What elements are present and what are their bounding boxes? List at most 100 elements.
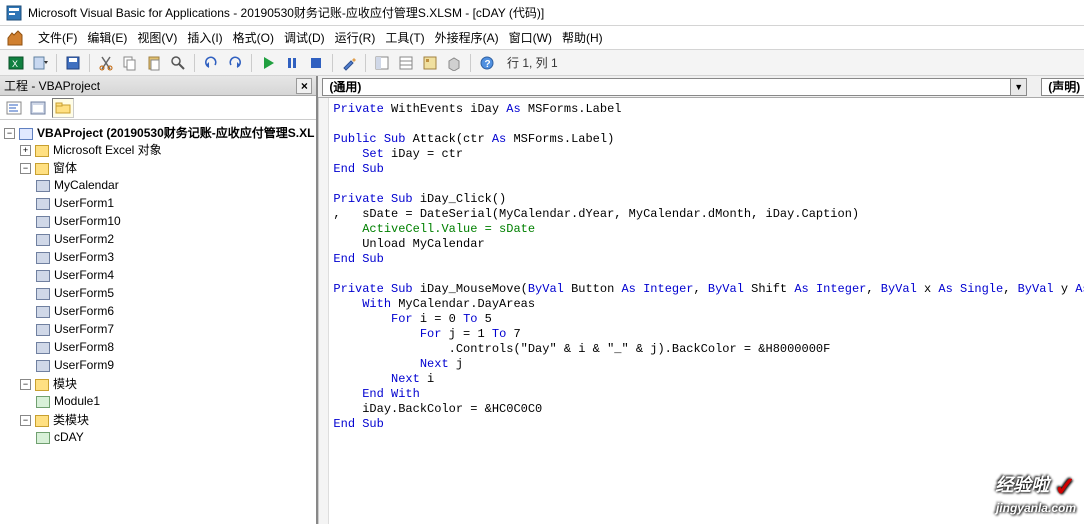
form-icon (36, 342, 50, 354)
form-icon (36, 324, 50, 336)
close-icon[interactable]: × (296, 78, 312, 94)
excel-icon (6, 29, 24, 47)
watermark: 经验啦 ✓ jingyanla.com (995, 475, 1076, 518)
tree-class-modules[interactable]: −类模块 cDAY (20, 411, 314, 447)
reset-button[interactable] (306, 53, 326, 73)
tree-item[interactable]: UserForm7 (36, 320, 314, 338)
project-explorer-title: 工程 - VBAProject (4, 77, 100, 94)
chevron-down-icon[interactable]: ▼ (1010, 79, 1026, 95)
toolbar-separator (470, 54, 471, 72)
toolbar-separator (251, 54, 252, 72)
menu-debug[interactable]: 调试(D) (284, 29, 325, 46)
tree-item-label: UserForm4 (54, 268, 114, 282)
object-browser-button[interactable] (420, 53, 440, 73)
toolbox-button[interactable] (444, 53, 464, 73)
tree-item[interactable]: UserForm2 (36, 230, 314, 248)
tree-item[interactable]: MyCalendar (36, 176, 314, 194)
redo-button[interactable] (225, 53, 245, 73)
collapse-icon[interactable]: − (20, 163, 31, 174)
tree-root-label: VBAProject (20190530财务记账-应收应付管理S.XL (37, 126, 314, 140)
tree-item[interactable]: UserForm1 (36, 194, 314, 212)
code-editor[interactable]: Private WithEvents iDay As MSForms.Label… (318, 98, 1084, 524)
form-icon (36, 216, 50, 228)
project-explorer-titlebar: 工程 - VBAProject × (0, 76, 316, 96)
menu-run[interactable]: 运行(R) (335, 29, 376, 46)
window-titlebar: Microsoft Visual Basic for Applications … (0, 0, 1084, 26)
view-object-button[interactable] (28, 98, 48, 118)
procedure-combo[interactable]: (声明) ▼ (1041, 78, 1084, 96)
view-code-button[interactable] (4, 98, 24, 118)
standard-toolbar: X ? 行 1, 列 1 (0, 50, 1084, 76)
menu-file[interactable]: 文件(F) (38, 29, 77, 46)
menu-bar: 文件(F) 编辑(E) 视图(V) 插入(I) 格式(O) 调试(D) 运行(R… (0, 26, 1084, 50)
svg-text:X: X (12, 59, 18, 69)
tree-item[interactable]: UserForm10 (36, 212, 314, 230)
break-button[interactable] (282, 53, 302, 73)
tree-excel-objects[interactable]: + Microsoft Excel 对象 (20, 141, 314, 159)
vba-app-icon (6, 5, 22, 21)
form-icon (36, 180, 50, 192)
object-combo[interactable]: (通用) ▼ (322, 78, 1027, 96)
insert-dropdown[interactable] (30, 53, 50, 73)
code-pane: (通用) ▼ (声明) ▼ Private WithEvents iDay As… (318, 76, 1084, 524)
watermark-domain: jingyanla.com (996, 501, 1076, 515)
tree-item[interactable]: UserForm9 (36, 356, 314, 374)
tree-modules[interactable]: −模块 Module1 (20, 375, 314, 411)
form-icon (36, 234, 50, 246)
project-explorer-pane: 工程 - VBAProject × − VBAProject (20190530财… (0, 76, 318, 524)
properties-window-button[interactable] (396, 53, 416, 73)
tree-item[interactable]: cDAY (36, 428, 314, 446)
collapse-icon[interactable]: − (20, 379, 31, 390)
tree-item-label: UserForm1 (54, 196, 114, 210)
folder-icon (35, 145, 49, 157)
tree-item[interactable]: UserForm3 (36, 248, 314, 266)
paste-button[interactable] (144, 53, 164, 73)
tree-label: 窗体 (53, 161, 77, 175)
tree-item[interactable]: UserForm5 (36, 284, 314, 302)
find-button[interactable] (168, 53, 188, 73)
form-icon (36, 198, 50, 210)
project-tree[interactable]: − VBAProject (20190530财务记账-应收应付管理S.XL + Mi… (0, 120, 316, 524)
copy-button[interactable] (120, 53, 140, 73)
form-icon (36, 288, 50, 300)
tree-label: Microsoft Excel 对象 (53, 143, 162, 157)
menu-edit[interactable]: 编辑(E) (87, 29, 127, 46)
tree-item-label: cDAY (54, 430, 84, 444)
menu-help[interactable]: 帮助(H) (562, 29, 603, 46)
tree-item[interactable]: UserForm6 (36, 302, 314, 320)
module-icon (36, 432, 50, 444)
menu-tools[interactable]: 工具(T) (385, 29, 424, 46)
view-excel-button[interactable]: X (6, 53, 26, 73)
collapse-icon[interactable]: − (20, 415, 31, 426)
code-combos-bar: (通用) ▼ (声明) ▼ (318, 76, 1084, 98)
undo-button[interactable] (201, 53, 221, 73)
menu-format[interactable]: 格式(O) (233, 29, 274, 46)
cut-button[interactable] (96, 53, 116, 73)
watermark-brand: 经验啦 (995, 475, 1049, 495)
tree-item-label: UserForm5 (54, 286, 114, 300)
menu-view[interactable]: 视图(V) (137, 29, 177, 46)
tree-item-label: UserForm6 (54, 304, 114, 318)
expand-icon[interactable]: + (20, 145, 31, 156)
save-button[interactable] (63, 53, 83, 73)
menu-insert[interactable]: 插入(I) (187, 29, 222, 46)
tree-item[interactable]: UserForm8 (36, 338, 314, 356)
tree-item-label: UserForm10 (54, 214, 121, 228)
tree-item[interactable]: Module1 (36, 392, 314, 410)
collapse-icon[interactable]: − (4, 128, 15, 139)
tree-item-label: UserForm7 (54, 322, 114, 336)
tree-forms[interactable]: − 窗体 MyCalendar UserForm1 UserForm10 UserFor… (20, 159, 314, 375)
menu-addins[interactable]: 外接程序(A) (435, 29, 499, 46)
run-button[interactable] (258, 53, 278, 73)
project-toolbar (0, 96, 316, 120)
design-mode-button[interactable] (339, 53, 359, 73)
project-explorer-button[interactable] (372, 53, 392, 73)
toolbar-separator (56, 54, 57, 72)
toggle-folders-button[interactable] (52, 98, 74, 118)
tree-root[interactable]: − VBAProject (20190530财务记账-应收应付管理S.XL + Mi… (4, 124, 314, 448)
tree-item-label: MyCalendar (54, 178, 119, 192)
help-button[interactable]: ? (477, 53, 497, 73)
svg-text:?: ? (485, 59, 491, 70)
menu-window[interactable]: 窗口(W) (509, 29, 552, 46)
tree-item[interactable]: UserForm4 (36, 266, 314, 284)
